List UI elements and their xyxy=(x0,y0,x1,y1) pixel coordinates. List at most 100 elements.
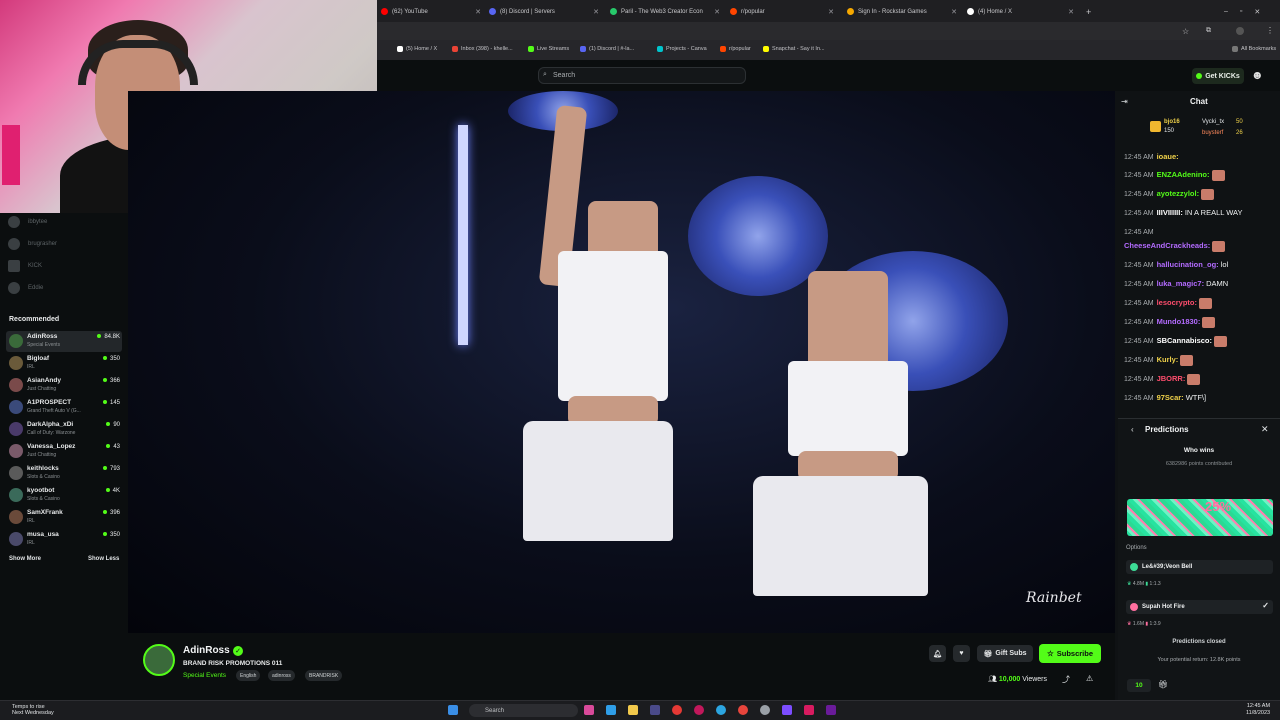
app-icon[interactable] xyxy=(584,705,594,715)
browser-tab[interactable]: (4) Home / X ✕ xyxy=(963,3,1078,20)
browser-tab[interactable]: Sign In - Rockstar Games ✕ xyxy=(843,3,961,20)
pinned-user[interactable]: Vycki_tx xyxy=(1202,119,1224,125)
close-icon[interactable]: ✕ xyxy=(1068,8,1074,16)
bookmark[interactable]: Projects - Canva xyxy=(657,46,707,52)
app-icon[interactable] xyxy=(826,705,836,715)
follow-button[interactable]: ♥ xyxy=(953,645,970,662)
browser-tab[interactable]: Paril - The Web3 Creator Econ ✕ xyxy=(606,3,724,20)
prediction-option-selected[interactable]: Supah Hot Fire ✓ xyxy=(1126,600,1273,614)
browser-tab[interactable]: (62) YouTube ✕ xyxy=(377,3,485,20)
maximize-icon[interactable]: ▫ xyxy=(1240,8,1242,15)
recommended-channel[interactable]: musa_usa IRL 350 xyxy=(6,529,122,550)
notifications-button[interactable]: 🔔︎ xyxy=(929,645,946,662)
bookmark[interactable]: Inbox (398) - khelle... xyxy=(452,46,513,52)
browser-tab[interactable]: r/popular ✕ xyxy=(726,3,838,20)
video-player[interactable] xyxy=(128,91,1115,633)
edge-icon[interactable] xyxy=(606,705,616,715)
chat-username[interactable]: CheeseAndCrackheads: xyxy=(1124,241,1210,250)
minimize-icon[interactable]: – xyxy=(1224,8,1228,15)
chat-username[interactable]: IIIVIIIIII: xyxy=(1157,208,1183,217)
new-tab-button[interactable]: + xyxy=(1082,3,1096,20)
show-less-button[interactable]: Show Less xyxy=(88,556,119,562)
chat-username[interactable]: SBCannabisco: xyxy=(1157,336,1212,345)
taskbar-search[interactable]: Search xyxy=(469,704,578,717)
chat-username[interactable]: ioaue: xyxy=(1157,152,1179,161)
get-kicks-button[interactable]: Get KICKs xyxy=(1192,68,1244,84)
chat-username[interactable]: Mundo1830: xyxy=(1157,317,1201,326)
close-icon[interactable]: ✕ xyxy=(475,8,481,16)
streamer-avatar[interactable] xyxy=(143,644,175,676)
chat-username[interactable]: ENZAAdenino: xyxy=(1157,170,1210,179)
following-item[interactable]: Eddie xyxy=(8,282,43,294)
profile-avatar[interactable] xyxy=(1236,27,1244,35)
chat-username[interactable]: 97Scar: xyxy=(1157,393,1184,402)
store-icon[interactable] xyxy=(650,705,660,715)
following-item[interactable]: KICK xyxy=(8,260,42,272)
weather-widget[interactable]: Temps to rise Next Wednesday xyxy=(12,704,54,716)
extensions-icon[interactable]: ⧉ xyxy=(1206,27,1211,35)
pinned-user[interactable]: bjo16 xyxy=(1164,119,1180,125)
gift-icon[interactable]: 🎁︎ xyxy=(1158,680,1168,689)
recommended-channel[interactable]: A1PROSPECT Grand Theft Auto V (G... 145 xyxy=(6,397,122,418)
stream-tag[interactable]: English xyxy=(236,670,261,681)
chat-username[interactable]: hallucination_og: xyxy=(1157,260,1219,269)
browser-tab[interactable]: (8) Discord | Servers ✕ xyxy=(485,3,603,20)
streamer-name[interactable]: AdinRoss xyxy=(183,645,230,656)
stream-tag[interactable]: BRANDRISK xyxy=(305,670,343,681)
chat-username[interactable]: lesocrypto: xyxy=(1157,298,1197,307)
app-icon[interactable] xyxy=(782,705,792,715)
user-avatar-icon[interactable]: ☻ xyxy=(1251,68,1265,84)
all-bookmarks[interactable]: All Bookmarks xyxy=(1232,46,1276,52)
bookmark[interactable]: (1) Discord | #-la... xyxy=(580,46,634,52)
subscribe-button[interactable]: ☆ Subscribe xyxy=(1039,644,1101,663)
stream-category[interactable]: Special Events xyxy=(183,672,226,679)
search-input[interactable]: Search xyxy=(538,67,746,84)
bookmark[interactable]: Snapchat - Say it In... xyxy=(763,46,825,52)
following-item[interactable]: ibbytee xyxy=(8,216,47,228)
close-window-icon[interactable]: ✕ xyxy=(1254,8,1260,16)
pinned-user[interactable]: buysterf xyxy=(1202,130,1223,136)
show-more-button[interactable]: Show More xyxy=(9,556,41,562)
chat-username[interactable]: ayotezzylol: xyxy=(1157,189,1200,198)
more-icon[interactable]: ⋮ xyxy=(1266,26,1274,35)
gift-subs-button[interactable]: 🎁︎ Gift Subs xyxy=(977,645,1033,662)
app-icon[interactable] xyxy=(694,705,704,715)
bookmark[interactable]: (5) Home / X xyxy=(397,46,437,52)
collapse-chat-icon[interactable]: ⇥ xyxy=(1121,97,1128,106)
close-icon[interactable]: ✕ xyxy=(1261,424,1269,435)
star-icon[interactable]: ☆ xyxy=(1182,27,1189,36)
settings-icon[interactable] xyxy=(760,705,770,715)
chrome-icon[interactable] xyxy=(738,705,748,715)
telegram-icon[interactable] xyxy=(716,705,726,715)
recommended-channel[interactable]: AdinRoss Special Events 84.8K xyxy=(6,331,122,352)
close-icon[interactable]: ✕ xyxy=(828,8,834,16)
close-icon[interactable]: ✕ xyxy=(951,8,957,16)
chat-message: CheeseAndCrackheads: xyxy=(1124,241,1274,252)
recommended-channel[interactable]: SamXFrank IRL 396 xyxy=(6,507,122,528)
recommended-channel[interactable]: DarkAlpha_xDi Call of Duty: Warzone 90 xyxy=(6,419,122,440)
close-icon[interactable]: ✕ xyxy=(593,8,599,16)
close-icon[interactable]: ✕ xyxy=(714,8,720,16)
file-explorer-icon[interactable] xyxy=(628,705,638,715)
recommended-channel[interactable]: Bigloaf IRL 350 xyxy=(6,353,122,374)
prediction-option[interactable]: Le&#39;Veon Bell xyxy=(1126,560,1273,574)
chat-username[interactable]: JBORR: xyxy=(1157,374,1186,383)
following-item[interactable]: brugrasher xyxy=(8,238,57,250)
option-color-dot xyxy=(1130,563,1138,571)
warning-icon[interactable]: ⚠ xyxy=(1086,674,1093,683)
chevron-left-icon[interactable]: ‹ xyxy=(1131,425,1134,434)
bookmark[interactable]: r/popular xyxy=(720,46,751,52)
bookmark[interactable]: Live Streams xyxy=(528,46,569,52)
app-icon[interactable] xyxy=(804,705,814,715)
windows-start-icon[interactable] xyxy=(448,705,458,715)
share-icon[interactable]: ⤴ xyxy=(1062,674,1070,685)
chat-username[interactable]: luka_magic7: xyxy=(1157,279,1205,288)
recommended-channel[interactable]: Vanessa_Lopez Just Chatting 43 xyxy=(6,441,122,462)
recommended-channel[interactable]: keithlocks Slots & Casino 793 xyxy=(6,463,122,484)
stream-tag[interactable]: adinross xyxy=(268,670,295,681)
system-clock[interactable]: 12:45 AM 11/8/2023 xyxy=(1246,703,1270,717)
app-icon[interactable] xyxy=(672,705,682,715)
chat-username[interactable]: Kurly: xyxy=(1157,355,1179,364)
recommended-channel[interactable]: kyootbot Slots & Casino 4K xyxy=(6,485,122,506)
recommended-channel[interactable]: AsianAndy Just Chatting 366 xyxy=(6,375,122,396)
